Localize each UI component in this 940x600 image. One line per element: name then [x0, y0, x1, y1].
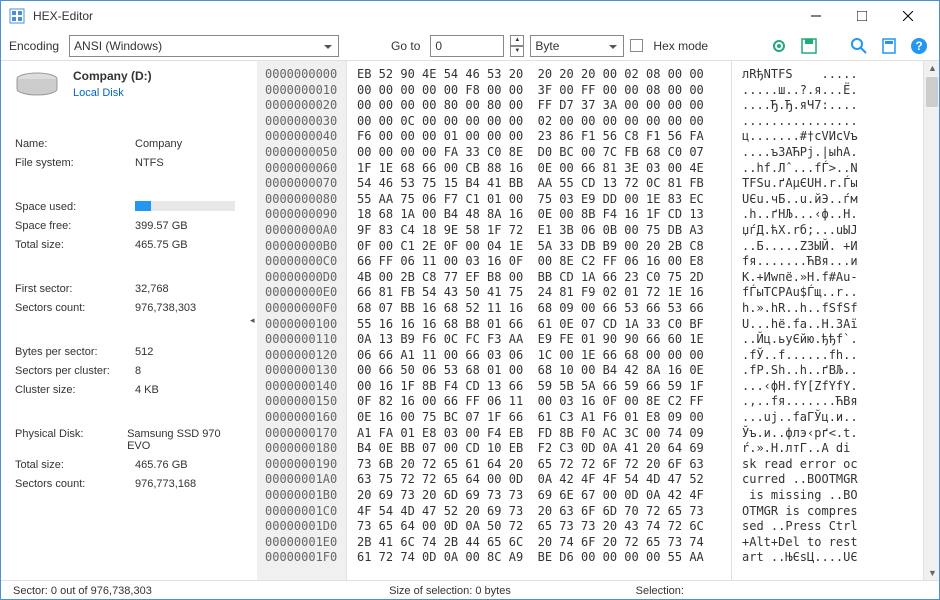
bps-key: Bytes per sector:: [15, 346, 135, 358]
name-key: Name:: [15, 138, 135, 150]
cs-value: 4 KB: [135, 384, 159, 396]
scount-value: 976,738,303: [135, 302, 196, 314]
status-selection: Selection:: [596, 585, 927, 597]
free-value: 399.57 GB: [135, 220, 188, 232]
maximize-button[interactable]: [839, 1, 885, 31]
app-icon: [9, 8, 25, 24]
minimize-button[interactable]: [793, 1, 839, 31]
hex-view[interactable]: 0000000000 0000000010 0000000020 0000000…: [257, 61, 939, 580]
calculator-icon[interactable]: [877, 34, 901, 58]
disk-icon: [15, 71, 59, 97]
used-key: Space used:: [15, 201, 135, 213]
sidebar: Company (D:) Local Disk Name:Company Fil…: [1, 61, 253, 580]
goto-input[interactable]: 0: [430, 35, 504, 57]
goto-spinner[interactable]: ▲▼: [510, 35, 524, 57]
fs-key: File system:: [15, 157, 135, 169]
encoding-label: Encoding: [9, 39, 59, 53]
settings-icon[interactable]: [767, 34, 791, 58]
fsec-value: 32,768: [135, 283, 169, 295]
spc-value: 8: [135, 365, 141, 377]
bps-value: 512: [135, 346, 153, 358]
unit-select[interactable]: Byte: [530, 35, 624, 57]
ptot-key: Total size:: [15, 459, 135, 471]
disk-type-link[interactable]: Local Disk: [73, 87, 152, 99]
goto-label: Go to: [391, 39, 420, 53]
status-selection-size: Size of selection: 0 bytes: [304, 585, 595, 597]
tot-key: Total size:: [15, 239, 135, 251]
ascii-column[interactable]: лRђNTFS ..... .....ш..?.я...Ё. ....Ђ.Ђ.я…: [731, 61, 923, 580]
toolbar: Encoding ANSI (Windows) Go to 0 ▲▼ Byte …: [1, 31, 939, 61]
scrollbar-thumb[interactable]: [926, 77, 938, 107]
pd-key: Physical Disk:: [15, 428, 127, 452]
psc-value: 976,773,168: [135, 478, 196, 490]
save-icon[interactable]: [797, 34, 821, 58]
fs-value: NTFS: [135, 157, 164, 169]
spc-key: Sectors per cluster:: [15, 365, 135, 377]
window-title: HEX-Editor: [33, 9, 793, 23]
disk-name: Company (D:): [73, 69, 152, 83]
status-sector: Sector: 0 out of 976,738,303: [13, 585, 304, 597]
free-key: Space free:: [15, 220, 135, 232]
psc-key: Sectors count:: [15, 478, 135, 490]
status-bar: Sector: 0 out of 976,738,303 Size of sel…: [1, 580, 939, 600]
offset-column: 0000000000 0000000010 0000000020 0000000…: [257, 61, 347, 580]
encoding-select[interactable]: ANSI (Windows): [69, 35, 339, 57]
titlebar: HEX-Editor: [1, 1, 939, 31]
space-used-bar: [135, 201, 235, 211]
pd-value: Samsung SSD 970 EVO: [127, 428, 239, 452]
scount-key: Sectors count:: [15, 302, 135, 314]
vertical-scrollbar[interactable]: ▲ ▼: [923, 61, 939, 580]
name-value: Company: [135, 138, 182, 150]
hexmode-label: Hex mode: [653, 39, 708, 53]
cs-key: Cluster size:: [15, 384, 135, 396]
help-icon[interactable]: ?: [907, 34, 931, 58]
search-icon[interactable]: [847, 34, 871, 58]
close-button[interactable]: [885, 1, 931, 31]
svg-text:?: ?: [915, 39, 922, 53]
ptot-value: 465.76 GB: [135, 459, 188, 471]
bytes-column[interactable]: EB 52 90 4E 54 46 53 20 20 20 20 00 02 0…: [347, 61, 731, 580]
fsec-key: First sector:: [15, 283, 135, 295]
tot-value: 465.75 GB: [135, 239, 188, 251]
hexmode-checkbox[interactable]: [630, 39, 643, 52]
